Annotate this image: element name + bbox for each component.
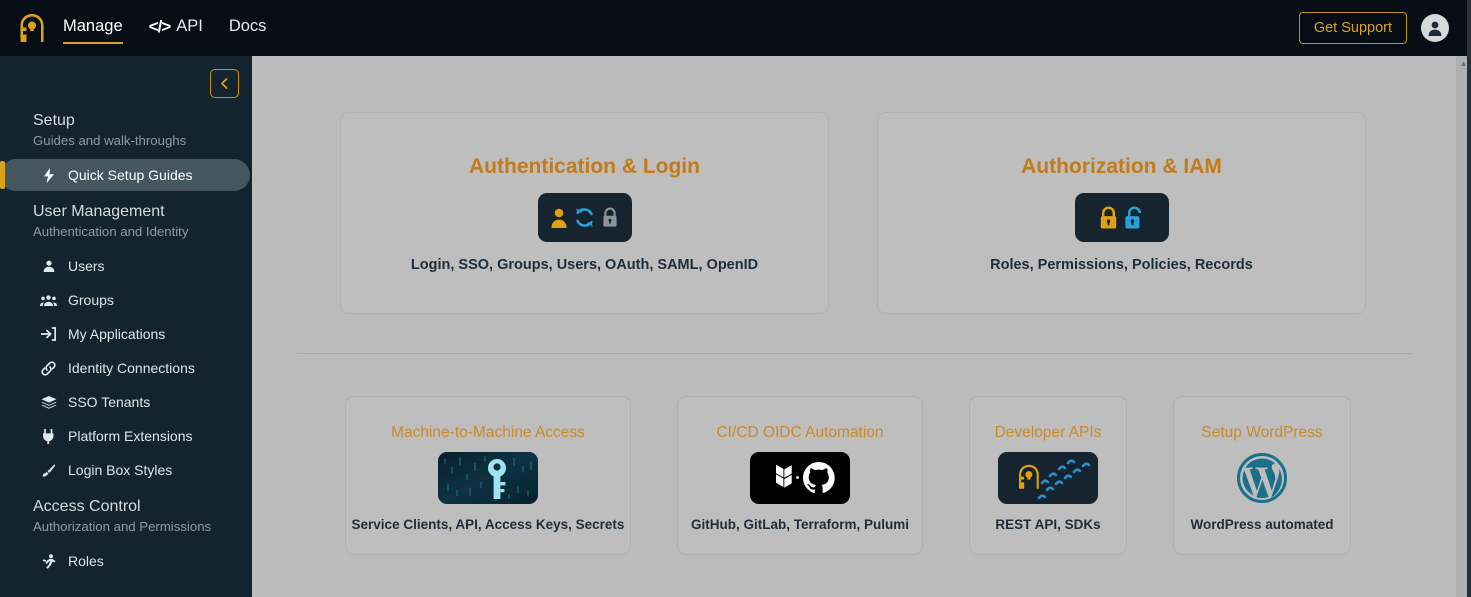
sidebar-collapse-button[interactable]: [210, 69, 239, 98]
sidebar-item-groups[interactable]: Groups: [0, 284, 252, 316]
sidebar-item-label: Identity Connections: [68, 360, 195, 376]
brand-logo-icon[interactable]: [17, 12, 47, 44]
sidebar-item-label: Login Box Styles: [68, 462, 172, 478]
sync-arrows-blue-icon: [573, 206, 596, 229]
main-nav-links: Manage </> API Docs: [63, 14, 266, 43]
nav-link-docs[interactable]: Docs: [229, 14, 267, 42]
sidebar-group-user-management: User Management Authentication and Ident…: [0, 193, 252, 486]
paintbrush-icon: [40, 463, 57, 478]
nav-link-api-label: API: [176, 17, 203, 36]
terraform-icon: [776, 465, 792, 488]
secondary-card-row: Machine-to-Machine Access: [252, 354, 1456, 555]
card-title: Setup WordPress: [1201, 424, 1322, 442]
sidebar-group-subtitle-setup: Guides and walk-throughs: [0, 133, 252, 157]
sidebar-group-setup: Setup Guides and walk-throughs Quick Set…: [0, 102, 252, 191]
sidebar-group-title-user-management: User Management: [0, 193, 252, 224]
wordpress-w-icon: [1237, 453, 1287, 503]
sidebar-item-sso-tenants[interactable]: SSO Tenants: [0, 386, 252, 418]
sidebar: Setup Guides and walk-throughs Quick Set…: [0, 56, 252, 597]
user-avatar-icon[interactable]: [1421, 14, 1449, 42]
sidebar-group-title-access-control: Access Control: [0, 488, 252, 519]
card-subtitle: Roles, Permissions, Policies, Records: [990, 257, 1253, 273]
avatar-person-icon: [1425, 18, 1445, 38]
primary-card-row: Authentication & Login: [252, 56, 1456, 314]
cyan-key-digital-icon: [438, 452, 538, 504]
plug-icon: [40, 429, 57, 444]
users-group-icon: [40, 294, 57, 307]
lock-gray-icon: [601, 207, 619, 228]
running-person-icon: [40, 554, 57, 569]
nav-link-api[interactable]: </> API: [149, 14, 203, 43]
sidebar-item-label: Groups: [68, 292, 114, 308]
card-badge-m2m: [438, 452, 538, 504]
card-title: Machine-to-Machine Access: [391, 424, 585, 442]
sidebar-scroll-area: Setup Guides and walk-throughs Quick Set…: [0, 56, 252, 577]
card-machine-to-machine-access[interactable]: Machine-to-Machine Access: [345, 396, 631, 555]
sidebar-group-subtitle-access-control: Authorization and Permissions: [0, 519, 252, 543]
card-title: Authorization & IAM: [1021, 155, 1222, 179]
card-subtitle: Login, SSO, Groups, Users, OAuth, SAML, …: [411, 257, 758, 273]
sidebar-item-label: Users: [68, 258, 105, 274]
github-octocat-icon: [803, 462, 835, 493]
code-icon: </>: [149, 17, 171, 37]
sidebar-item-quick-setup-guides[interactable]: Quick Setup Guides: [0, 159, 250, 191]
card-authorization-iam[interactable]: Authorization & IAM Roles,: [877, 112, 1366, 314]
person-gold-icon: [550, 207, 568, 229]
top-navigation-bar: Manage </> API Docs Get Support: [0, 0, 1471, 56]
nav-link-manage-label: Manage: [63, 17, 123, 36]
card-badge-cicd: [750, 452, 850, 504]
nav-link-manage[interactable]: Manage: [63, 14, 123, 42]
sidebar-group-subtitle-user-management: Authentication and Identity: [0, 224, 252, 248]
app-root: Manage </> API Docs Get Support: [0, 0, 1471, 597]
get-support-button[interactable]: Get Support: [1299, 12, 1407, 44]
card-authentication-login[interactable]: Authentication & Login: [340, 112, 829, 314]
card-subtitle: GitHub, GitLab, Terraform, Pulumi: [691, 517, 909, 532]
sidebar-group-title-setup: Setup: [0, 102, 252, 133]
sidebar-item-label: SSO Tenants: [68, 394, 150, 410]
card-subtitle: WordPress automated: [1190, 517, 1333, 532]
card-subtitle: REST API, SDKs: [995, 517, 1100, 532]
sidebar-group-access-control: Access Control Authorization and Permiss…: [0, 488, 252, 577]
lightning-bolt-icon: [40, 168, 57, 183]
card-badge-iam-icons: [1075, 193, 1169, 242]
topbar-right-actions: Get Support: [1299, 12, 1449, 44]
card-title: Developer APIs: [995, 424, 1102, 442]
window-right-edge: [1467, 0, 1471, 597]
nav-link-docs-label: Docs: [229, 17, 267, 36]
user-icon: [40, 259, 57, 273]
lock-open-blue-icon: [1124, 206, 1145, 230]
card-setup-wordpress[interactable]: Setup WordPress WordPress automated: [1173, 396, 1351, 555]
chevron-left-icon: [218, 77, 231, 90]
lock-closed-gold-icon: [1098, 206, 1119, 230]
card-badge-auth-icons: [538, 193, 632, 242]
sidebar-item-platform-extensions[interactable]: Platform Extensions: [0, 420, 252, 452]
sidebar-item-identity-connections[interactable]: Identity Connections: [0, 352, 252, 384]
sidebar-item-my-applications[interactable]: My Applications: [0, 318, 252, 350]
sidebar-item-roles[interactable]: Roles: [0, 545, 252, 577]
card-badge-developer-apis: [998, 452, 1098, 504]
main-content: Authentication & Login: [252, 56, 1456, 597]
keyhole-logo-gold-icon: [1019, 465, 1039, 489]
sidebar-item-label: My Applications: [68, 326, 165, 342]
card-developer-apis[interactable]: Developer APIs: [969, 396, 1127, 555]
layers-icon: [40, 395, 57, 409]
card-subtitle: Service Clients, API, Access Keys, Secre…: [352, 517, 625, 532]
blue-dotted-trail-icon: [1039, 461, 1089, 498]
card-title: CI/CD OIDC Automation: [716, 424, 883, 442]
sidebar-item-label: Platform Extensions: [68, 428, 193, 444]
link-icon: [40, 361, 57, 376]
sidebar-item-label: Roles: [68, 553, 104, 569]
sidebar-item-users[interactable]: Users: [0, 250, 252, 282]
card-badge-wordpress: [1212, 452, 1312, 504]
sidebar-item-login-box-styles[interactable]: Login Box Styles: [0, 454, 252, 486]
card-cicd-oidc-automation[interactable]: CI/CD OIDC Automation: [677, 396, 923, 555]
sign-in-icon: [40, 327, 57, 341]
card-title: Authentication & Login: [469, 155, 700, 179]
sidebar-item-label: Quick Setup Guides: [68, 167, 193, 183]
separator-dot-icon: [796, 476, 799, 479]
